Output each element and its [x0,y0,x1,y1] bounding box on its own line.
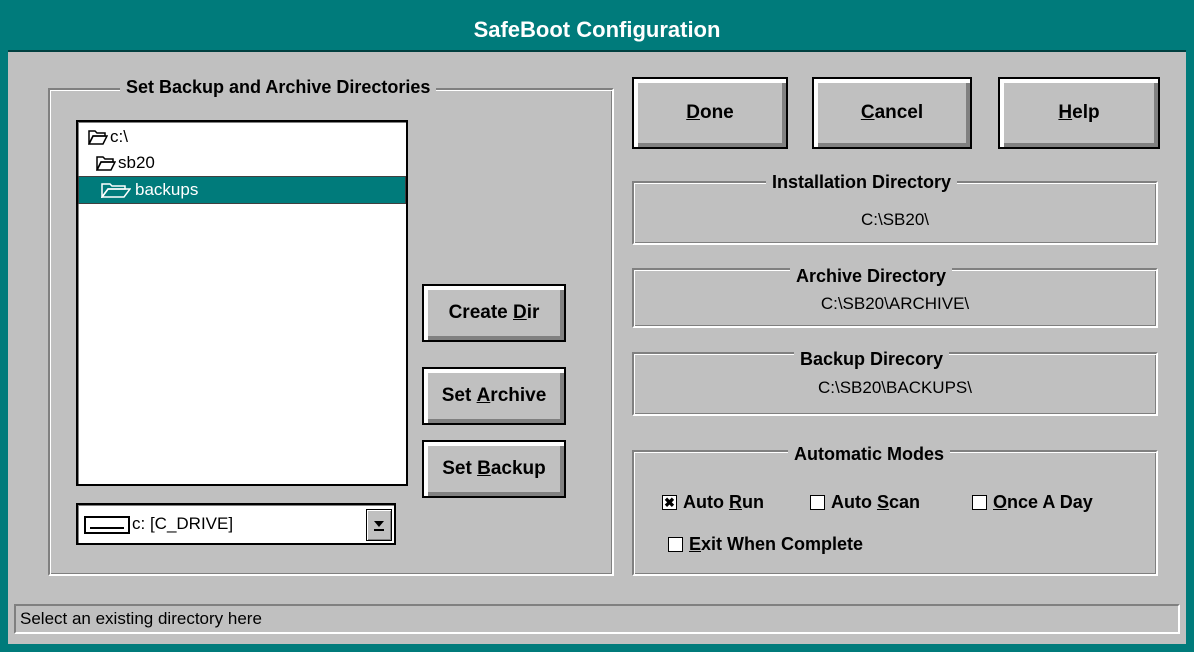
drive-icon [84,516,130,534]
checkbox-unchecked-icon [810,495,825,510]
cancel-button[interactable]: Cancel [812,77,972,149]
archive-directory-value: C:\SB20\ARCHIVE\ [820,294,970,313]
checkbox-checked-icon: ✖ [662,495,677,510]
tree-item-backups[interactable]: backups [78,176,406,204]
tree-item-label: backups [135,180,199,199]
help-button[interactable]: Help [998,77,1160,149]
done-button[interactable]: Done [632,77,788,149]
automatic-modes-title: Automatic Modes [788,444,951,465]
exit-when-complete-checkbox[interactable]: Exit When Complete [668,534,863,555]
checkbox-unchecked-icon [972,495,987,510]
set-archive-label-key: A [476,385,491,406]
chevron-down-icon [374,521,384,531]
cancel-label-post: ancel [874,102,924,123]
create-dir-label-pre: Create [448,302,513,323]
auto-run-label-pre: Auto [683,492,729,512]
drive-dropdown-button[interactable] [366,509,392,541]
installation-directory-title: Installation Directory [766,172,958,193]
set-backup-label-post: ackup [490,458,546,479]
backup-directory-value: C:\SB20\BACKUPS\ [817,378,972,397]
once-a-day-label-key: O [993,492,1008,512]
installation-directory-value: C:\SB20\ [860,210,930,229]
auto-scan-label-key: S [876,492,889,512]
tree-item-label: c:\ [110,127,128,146]
status-bar-text: Select an existing directory here [20,609,262,628]
cancel-label-key: C [860,102,875,123]
directories-group-title: Set Backup and Archive Directories [120,77,437,98]
open-folder-icon [88,130,108,145]
automatic-modes-group [632,450,1158,576]
create-dir-label-key: D [513,302,527,323]
exit-when-complete-label-key: E [689,534,702,554]
set-archive-label-pre: Set [441,385,477,406]
set-archive-label-post: rchive [490,385,547,406]
set-backup-label-pre: Set [442,458,478,479]
set-backup-label-key: B [477,458,491,479]
drive-select[interactable]: c: [C_DRIVE] [76,503,396,545]
auto-run-label-key: R [728,492,742,512]
backup-directory-title: Backup Direcory [794,349,950,370]
archive-directory-title: Archive Directory [790,266,953,287]
auto-run-label-post: un [741,492,764,512]
status-bar: Select an existing directory here [14,604,1180,634]
directory-tree-list[interactable]: c:\ sb20 backups [76,120,408,486]
auto-scan-label-pre: Auto [831,492,877,512]
done-label-key: D [686,102,700,123]
help-label-post: elp [1072,102,1100,123]
auto-scan-checkbox[interactable]: Auto Scan [810,492,920,513]
drive-select-value: c: [C_DRIVE] [132,514,234,533]
done-label-post: one [699,102,734,123]
tree-item-root[interactable]: c:\ [78,124,406,150]
title-bar[interactable]: SafeBoot Configuration [8,10,1186,52]
create-dir-label-post: ir [526,302,540,323]
once-a-day-label-post: nce A Day [1007,492,1093,512]
open-folder-icon [96,156,116,171]
set-archive-button[interactable]: Set Archive [422,367,566,425]
checkbox-unchecked-icon [668,537,683,552]
create-dir-button[interactable]: Create Dir [422,284,566,342]
tree-item-label: sb20 [118,153,155,172]
help-label-key: H [1058,102,1073,123]
auto-run-checkbox[interactable]: ✖ Auto Run [662,492,764,513]
set-backup-button[interactable]: Set Backup [422,440,566,498]
exit-when-complete-label-post: xit When Complete [701,534,864,554]
tree-item-sb20[interactable]: sb20 [78,150,406,176]
open-folder-icon [101,183,131,198]
once-a-day-checkbox[interactable]: Once A Day [972,492,1093,513]
auto-scan-label-post: can [889,492,921,512]
window-title: SafeBoot Configuration [473,17,721,42]
